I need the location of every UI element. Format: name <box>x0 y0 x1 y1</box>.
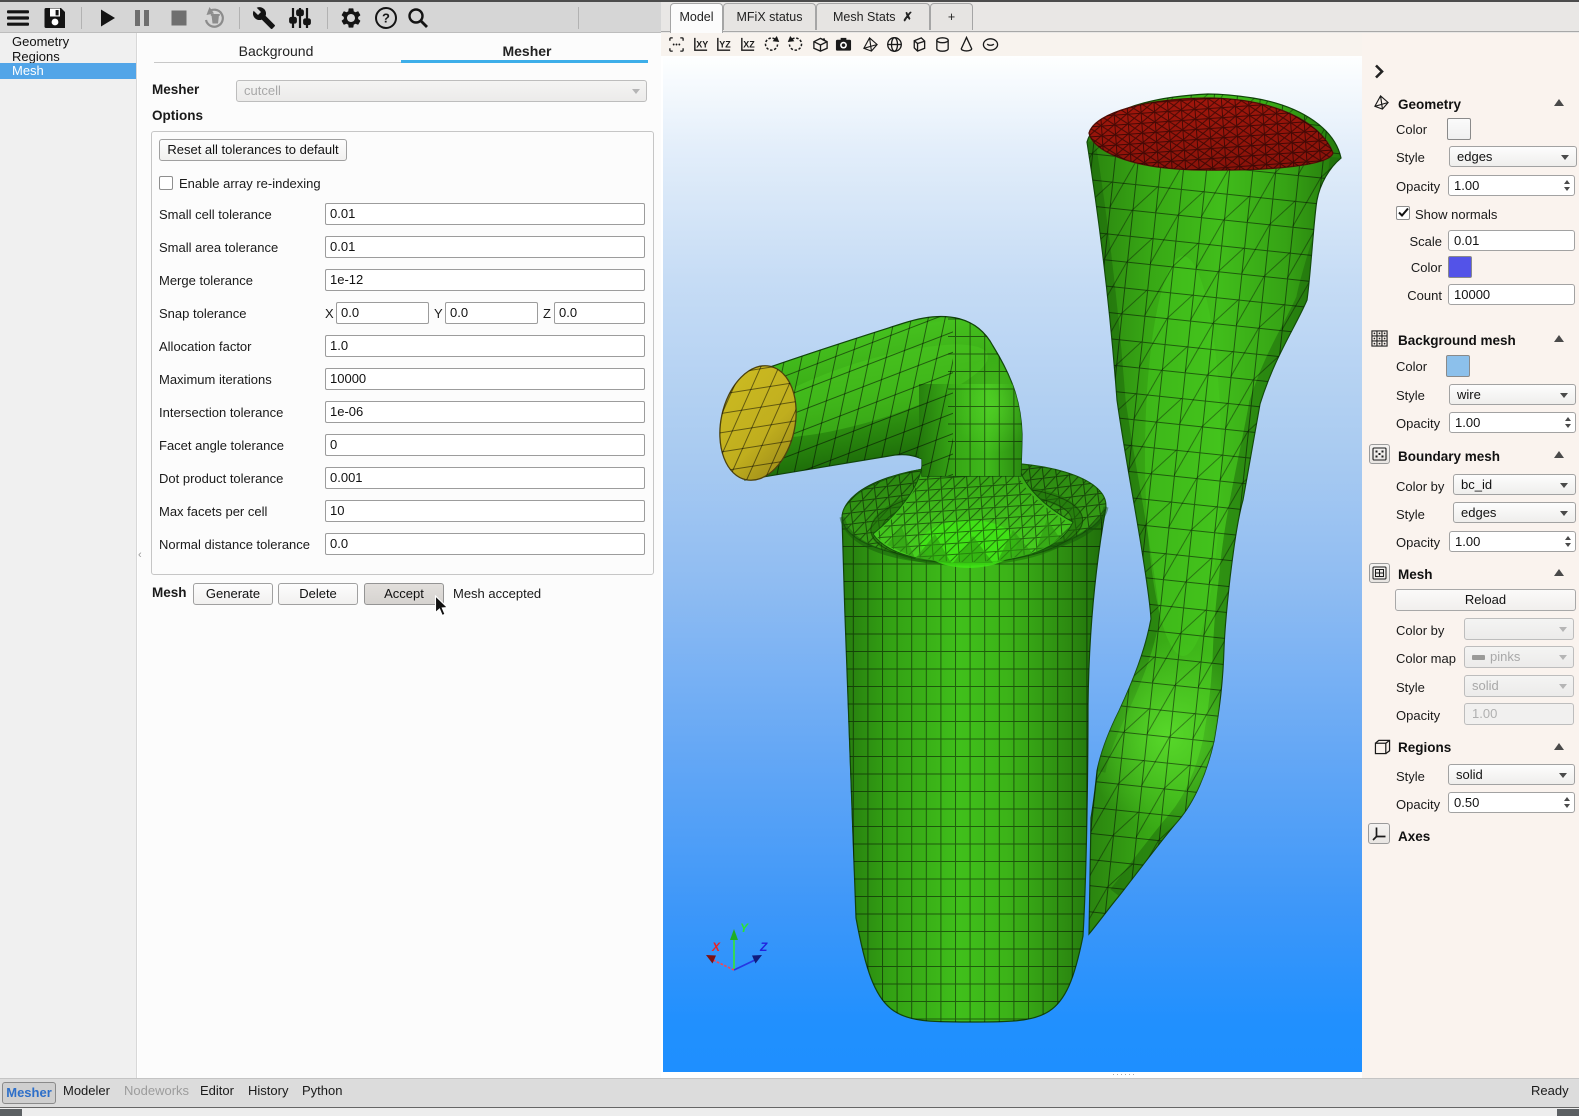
svg-text:YZ: YZ <box>719 39 731 49</box>
svg-text:Z: Z <box>759 940 768 954</box>
svg-text:XY: XY <box>696 39 708 49</box>
svg-text:?: ? <box>382 11 390 26</box>
svg-text:XZ: XZ <box>743 39 755 49</box>
svg-text:Y: Y <box>740 921 749 935</box>
svg-text:X: X <box>711 940 721 954</box>
